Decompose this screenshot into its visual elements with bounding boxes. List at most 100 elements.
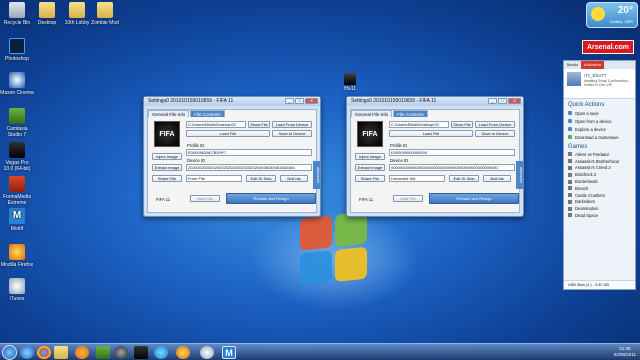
vegas-taskbar-icon[interactable]	[134, 346, 148, 359]
game-icon	[568, 213, 572, 218]
close-button[interactable]: ✕	[305, 98, 318, 104]
desktop-icon-vegas[interactable]: Vegas Pro 10.0 (64-bit)	[0, 142, 34, 172]
null-ids-button[interactable]: Null Ids	[483, 175, 511, 182]
game-item[interactable]: Breach	[564, 185, 635, 192]
game-item[interactable]: BioShock 2	[564, 171, 635, 178]
desktop-icon-desktop[interactable]: Desktop	[30, 2, 64, 26]
edit-id-sets-button[interactable]: Edit ID Setc	[449, 175, 479, 182]
profile-id-field[interactable]: E0000963AE7BD9F7	[186, 149, 312, 156]
game-item[interactable]: Aliens vs Predator	[564, 151, 635, 158]
profile-name[interactable]: iTz_EllioTT	[584, 73, 607, 78]
steam-icon[interactable]	[114, 346, 128, 359]
window-title: Settings0 201010150010659 - FIFA 11 _ □ ✕	[347, 97, 523, 106]
vegas-icon	[9, 142, 25, 158]
desktop-icon-firefox[interactable]: Mozilla Firefox	[0, 244, 34, 268]
window-title: Settings0 201010150010659 - FIFA 11 _ □ ✕	[144, 97, 320, 106]
save-to-device-button[interactable]: Save to Device	[475, 130, 515, 137]
show-file-button[interactable]: Show File	[451, 121, 473, 128]
minimize-button[interactable]: _	[285, 98, 294, 104]
id-set-select[interactable]: Unnamed Set	[389, 175, 445, 182]
game-item[interactable]: Darksiders	[564, 198, 635, 205]
mod-file-button[interactable]: Mod File	[393, 195, 423, 202]
load-file-button[interactable]: Load File	[389, 130, 473, 137]
quick-action-explore-device[interactable]: Explore a device	[564, 125, 635, 133]
formamedia-icon	[9, 176, 25, 192]
game-item[interactable]: Dead Space	[564, 212, 635, 219]
firefox-taskbar-icon[interactable]	[176, 346, 190, 359]
desktop-icon-itunes[interactable]: iTunes	[0, 278, 34, 302]
start-button[interactable]	[2, 345, 17, 360]
inject-image-button[interactable]: Inject Image	[152, 153, 182, 160]
desktop-icon-modit[interactable]: M ModIt	[0, 208, 34, 232]
game-title-label: FIFA 11	[156, 197, 171, 202]
clock-date: 02/06/2011	[613, 352, 636, 357]
explore-icon	[568, 127, 572, 131]
save-to-device-button[interactable]: Save to Device	[272, 130, 312, 137]
chrome-icon[interactable]	[37, 346, 51, 359]
desktop-icon-recycle-bin[interactable]: Recycle Bin	[0, 2, 34, 26]
path-input[interactable]: C:\Users\Elliott\Desktop\Gf	[389, 121, 449, 128]
maximize-button[interactable]: □	[295, 98, 304, 104]
desktop-icon-fifa11[interactable]: fifa11	[341, 73, 359, 92]
rehash-resign-button[interactable]: Rehash and Resign	[226, 193, 316, 204]
path-input[interactable]: C:\Users\Elliott\Desktop\Gf	[186, 121, 246, 128]
game-item[interactable]: Deamination	[564, 205, 635, 212]
arsenal-gadget[interactable]: Arsenal.com	[582, 40, 634, 54]
minimize-button[interactable]: _	[488, 98, 497, 104]
load-from-device-button[interactable]: Load From Device	[272, 121, 312, 128]
tab-general-file-info[interactable]: General File Info	[148, 110, 190, 117]
inject-image-button[interactable]: Inject Image	[355, 153, 385, 160]
desktop-icon-camtasia[interactable]: Camtasia Studio 7	[0, 108, 34, 138]
advanced-side-tab[interactable]: Advanced	[516, 161, 523, 189]
id-set-select[interactable]: From File	[186, 175, 242, 182]
null-ids-button[interactable]: Null Ids	[280, 175, 308, 182]
load-from-device-button[interactable]: Load From Device	[475, 121, 515, 128]
profile-id-field[interactable]: E000000000000000	[389, 149, 515, 156]
rehash-resign-button[interactable]: Rehash and Resign	[429, 193, 519, 204]
mod-file-button[interactable]: Mod File	[190, 195, 220, 202]
game-item[interactable]: Castle Crashers	[564, 192, 635, 199]
show-file-button[interactable]: Show File	[248, 121, 270, 128]
advanced-side-tab[interactable]: Advanced	[313, 161, 320, 189]
game-item[interactable]: Assassin's Creed 2	[564, 165, 635, 172]
quick-action-download-gamesave[interactable]: Download a Gamesave	[564, 133, 635, 141]
game-icon	[568, 179, 572, 184]
extract-image-button[interactable]: Extract Image	[355, 164, 385, 171]
load-file-button[interactable]: Load File	[186, 130, 270, 137]
maximize-button[interactable]: □	[498, 98, 507, 104]
quick-action-open-device[interactable]: Open from a device	[564, 117, 635, 125]
close-button[interactable]: ✕	[508, 98, 521, 104]
game-icon	[568, 199, 572, 204]
share-file-button[interactable]: Share File	[355, 175, 385, 182]
taskbar-clock[interactable]: 21:36 02/06/2011	[614, 346, 636, 358]
device-id-field[interactable]: 2020202020202020202020202020202045363454…	[186, 164, 312, 171]
quick-action-open-save[interactable]: Open a save	[564, 109, 635, 117]
share-file-button[interactable]: Share File	[152, 175, 182, 182]
device-id-field[interactable]: 0000000000000000000000000000000000000000…	[389, 164, 515, 171]
desktop-icon-formamedia[interactable]: FormaMedia Extreme	[0, 176, 34, 206]
tab-activation[interactable]: Activation	[580, 61, 605, 69]
desktop-icon-photoshop[interactable]: Photoshop	[0, 38, 34, 62]
skype-icon[interactable]	[154, 346, 168, 359]
camtasia-taskbar-icon[interactable]	[96, 346, 110, 359]
media-player-icon[interactable]	[75, 346, 89, 359]
weather-gadget[interactable]: 20° Dudley, GBR	[586, 2, 638, 28]
game-item[interactable]: Assassin's Brotherhood	[564, 158, 635, 165]
ie-icon[interactable]	[20, 346, 34, 359]
game-item[interactable]: Borderlands	[564, 178, 635, 185]
extract-image-button[interactable]: Extract Image	[152, 164, 182, 171]
device-status[interactable]: USB Stick (J:) - 3.32 GB	[564, 280, 635, 289]
desktop-icon-zombie-mod[interactable]: Zombie Mod	[88, 2, 122, 26]
tab-general-file-info[interactable]: General File Info	[351, 110, 393, 117]
desktop-icon-maxon-cinema[interactable]: Maxon Cinema	[0, 72, 34, 96]
modio-taskbar-icon[interactable]: M	[222, 346, 236, 359]
explorer-icon[interactable]	[54, 346, 68, 359]
tab-modio[interactable]: Modio	[564, 61, 581, 69]
tab-file-contents[interactable]: File Contents	[393, 110, 428, 117]
itunes-taskbar-icon[interactable]	[200, 346, 214, 359]
tab-file-contents[interactable]: File Contents	[190, 110, 225, 117]
quick-actions-title: Quick Actions	[568, 102, 605, 108]
edit-id-sets-button[interactable]: Edit ID Setc	[246, 175, 276, 182]
taskbar: M 21:36 02/06/2011	[0, 343, 640, 360]
folder-icon	[69, 2, 85, 18]
